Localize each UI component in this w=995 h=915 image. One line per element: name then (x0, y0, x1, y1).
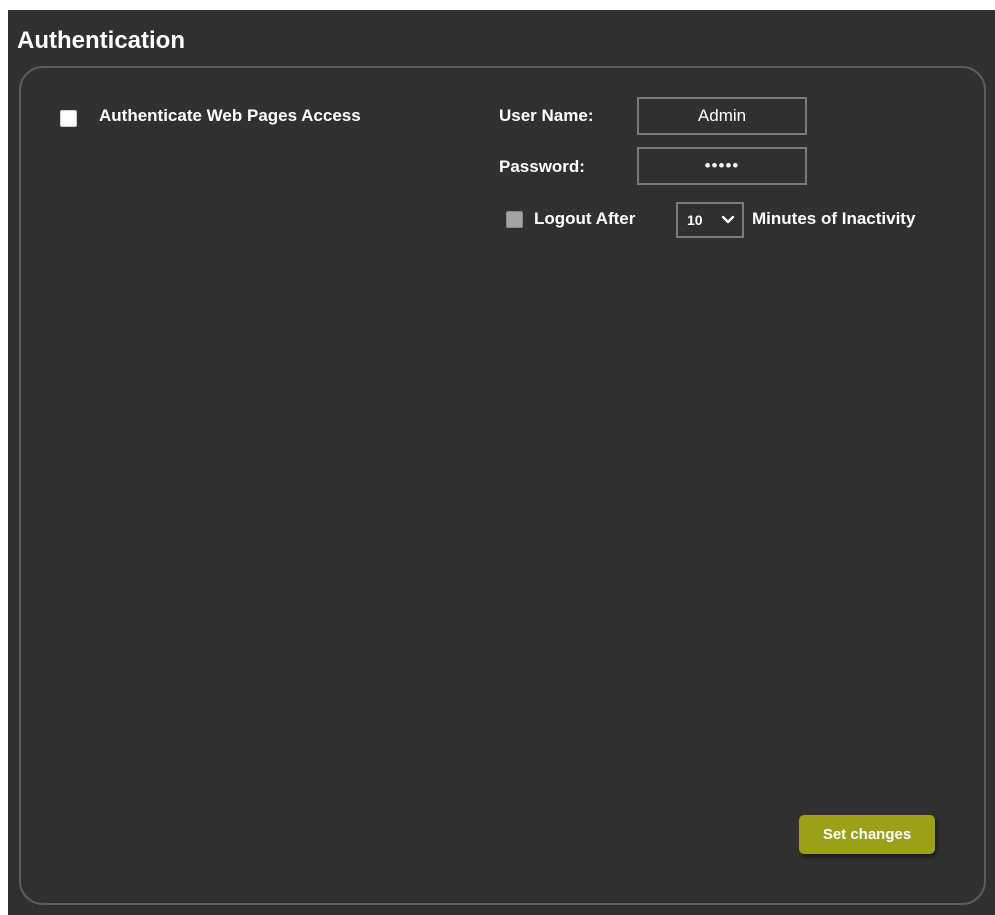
page-title: Authentication (17, 27, 185, 54)
logout-minutes-select[interactable]: 10 (676, 202, 744, 238)
inactivity-label: Minutes of Inactivity (752, 209, 916, 228)
username-label: User Name: (499, 106, 594, 125)
set-changes-button[interactable]: Set changes (799, 815, 935, 854)
logout-minutes-value: 10 (687, 212, 703, 228)
authenticate-checkbox[interactable] (60, 110, 77, 127)
username-field[interactable] (637, 97, 807, 135)
authenticate-label: Authenticate Web Pages Access (99, 106, 361, 125)
password-label: Password: (499, 157, 585, 176)
chevron-down-icon (721, 215, 735, 224)
page: Authentication Authenticate Web Pages Ac… (8, 10, 995, 915)
logout-checkbox[interactable] (506, 211, 523, 228)
password-field[interactable] (637, 147, 807, 185)
logout-label: Logout After (534, 209, 636, 228)
authentication-panel (19, 66, 986, 905)
